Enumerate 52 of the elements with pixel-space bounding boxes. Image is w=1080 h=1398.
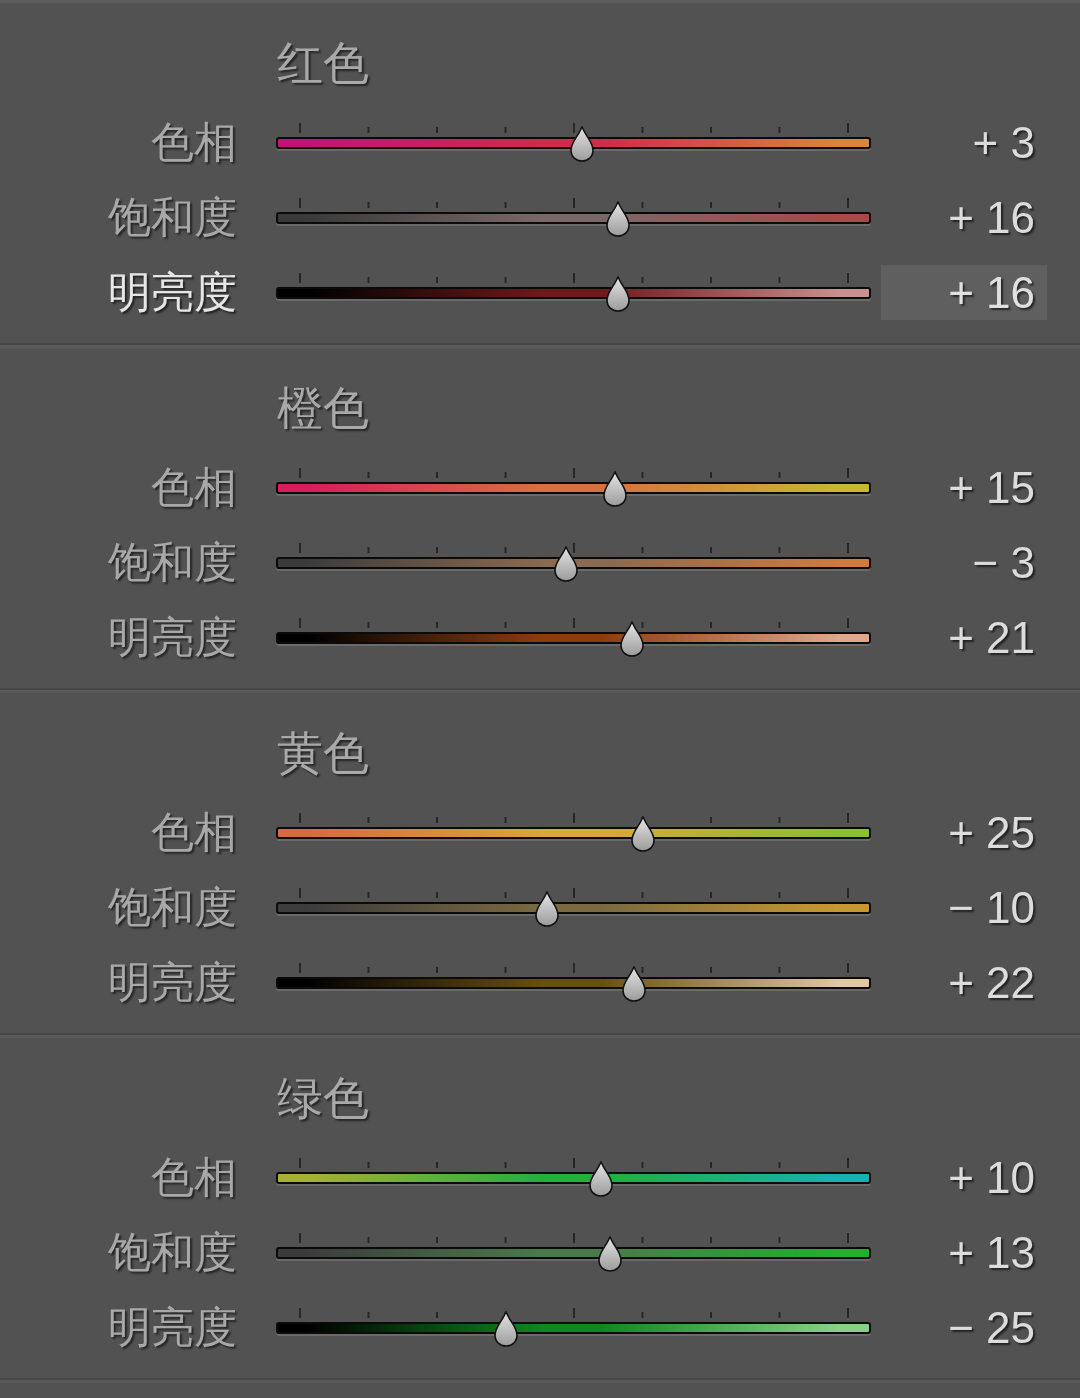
section-title: 黄色 [277, 730, 369, 776]
value-field[interactable]: + 15 [881, 460, 1047, 515]
value-field[interactable]: + 21 [881, 610, 1047, 665]
slider-track[interactable] [276, 617, 871, 658]
slider-label: 饱和度 [108, 541, 237, 584]
slider-label: 色相 [151, 811, 237, 854]
value-field[interactable]: + 13 [881, 1225, 1047, 1280]
section-title: 绿色 [277, 1075, 369, 1121]
slider-track[interactable] [276, 1307, 871, 1348]
slider-thumb[interactable] [534, 890, 559, 927]
slider-label: 饱和度 [108, 1231, 237, 1274]
slider-track[interactable] [276, 467, 871, 508]
slider-track[interactable] [276, 272, 871, 313]
slider-label: 明亮度 [108, 616, 237, 659]
slider-label: 色相 [151, 121, 237, 164]
slider-thumb[interactable] [597, 1235, 622, 1272]
slider-track[interactable] [276, 197, 871, 238]
slider-thumb[interactable] [622, 965, 647, 1002]
slider-thumb[interactable] [619, 620, 644, 657]
slider-label: 明亮度 [108, 961, 237, 1004]
slider-label: 色相 [151, 466, 237, 509]
slider-thumb[interactable] [589, 1160, 614, 1197]
slider-label: 色相 [151, 1156, 237, 1199]
value-field[interactable]: + 25 [881, 805, 1047, 860]
slider-track[interactable] [276, 887, 871, 928]
value-field[interactable]: + 10 [881, 1150, 1047, 1205]
slider-thumb[interactable] [570, 125, 595, 162]
slider-label: 饱和度 [108, 886, 237, 929]
section-title: 红色 [277, 40, 369, 86]
slider-thumb[interactable] [605, 275, 630, 312]
value-field[interactable]: + 16 [881, 190, 1047, 245]
slider-track[interactable] [276, 1232, 871, 1273]
value-field[interactable]: − 25 [881, 1300, 1047, 1355]
value-field[interactable]: − 10 [881, 880, 1047, 935]
slider-track[interactable] [276, 542, 871, 583]
slider-track[interactable] [276, 1157, 871, 1198]
value-field[interactable]: − 3 [881, 535, 1047, 590]
slider-track[interactable] [276, 962, 871, 1003]
slider-thumb[interactable] [553, 545, 578, 582]
slider-thumb[interactable] [605, 200, 630, 237]
slider-thumb[interactable] [630, 815, 655, 852]
slider-track[interactable] [276, 122, 871, 163]
section-title: 橙色 [277, 385, 369, 431]
value-field[interactable]: + 16 [881, 265, 1047, 320]
slider-thumb[interactable] [493, 1310, 518, 1347]
value-field[interactable]: + 3 [881, 115, 1047, 170]
slider-thumb[interactable] [603, 470, 628, 507]
slider-label: 明亮度 [108, 271, 237, 314]
slider-label: 饱和度 [108, 196, 237, 239]
slider-label: 明亮度 [108, 1306, 237, 1349]
value-field[interactable]: + 22 [881, 955, 1047, 1010]
slider-track[interactable] [276, 812, 871, 853]
